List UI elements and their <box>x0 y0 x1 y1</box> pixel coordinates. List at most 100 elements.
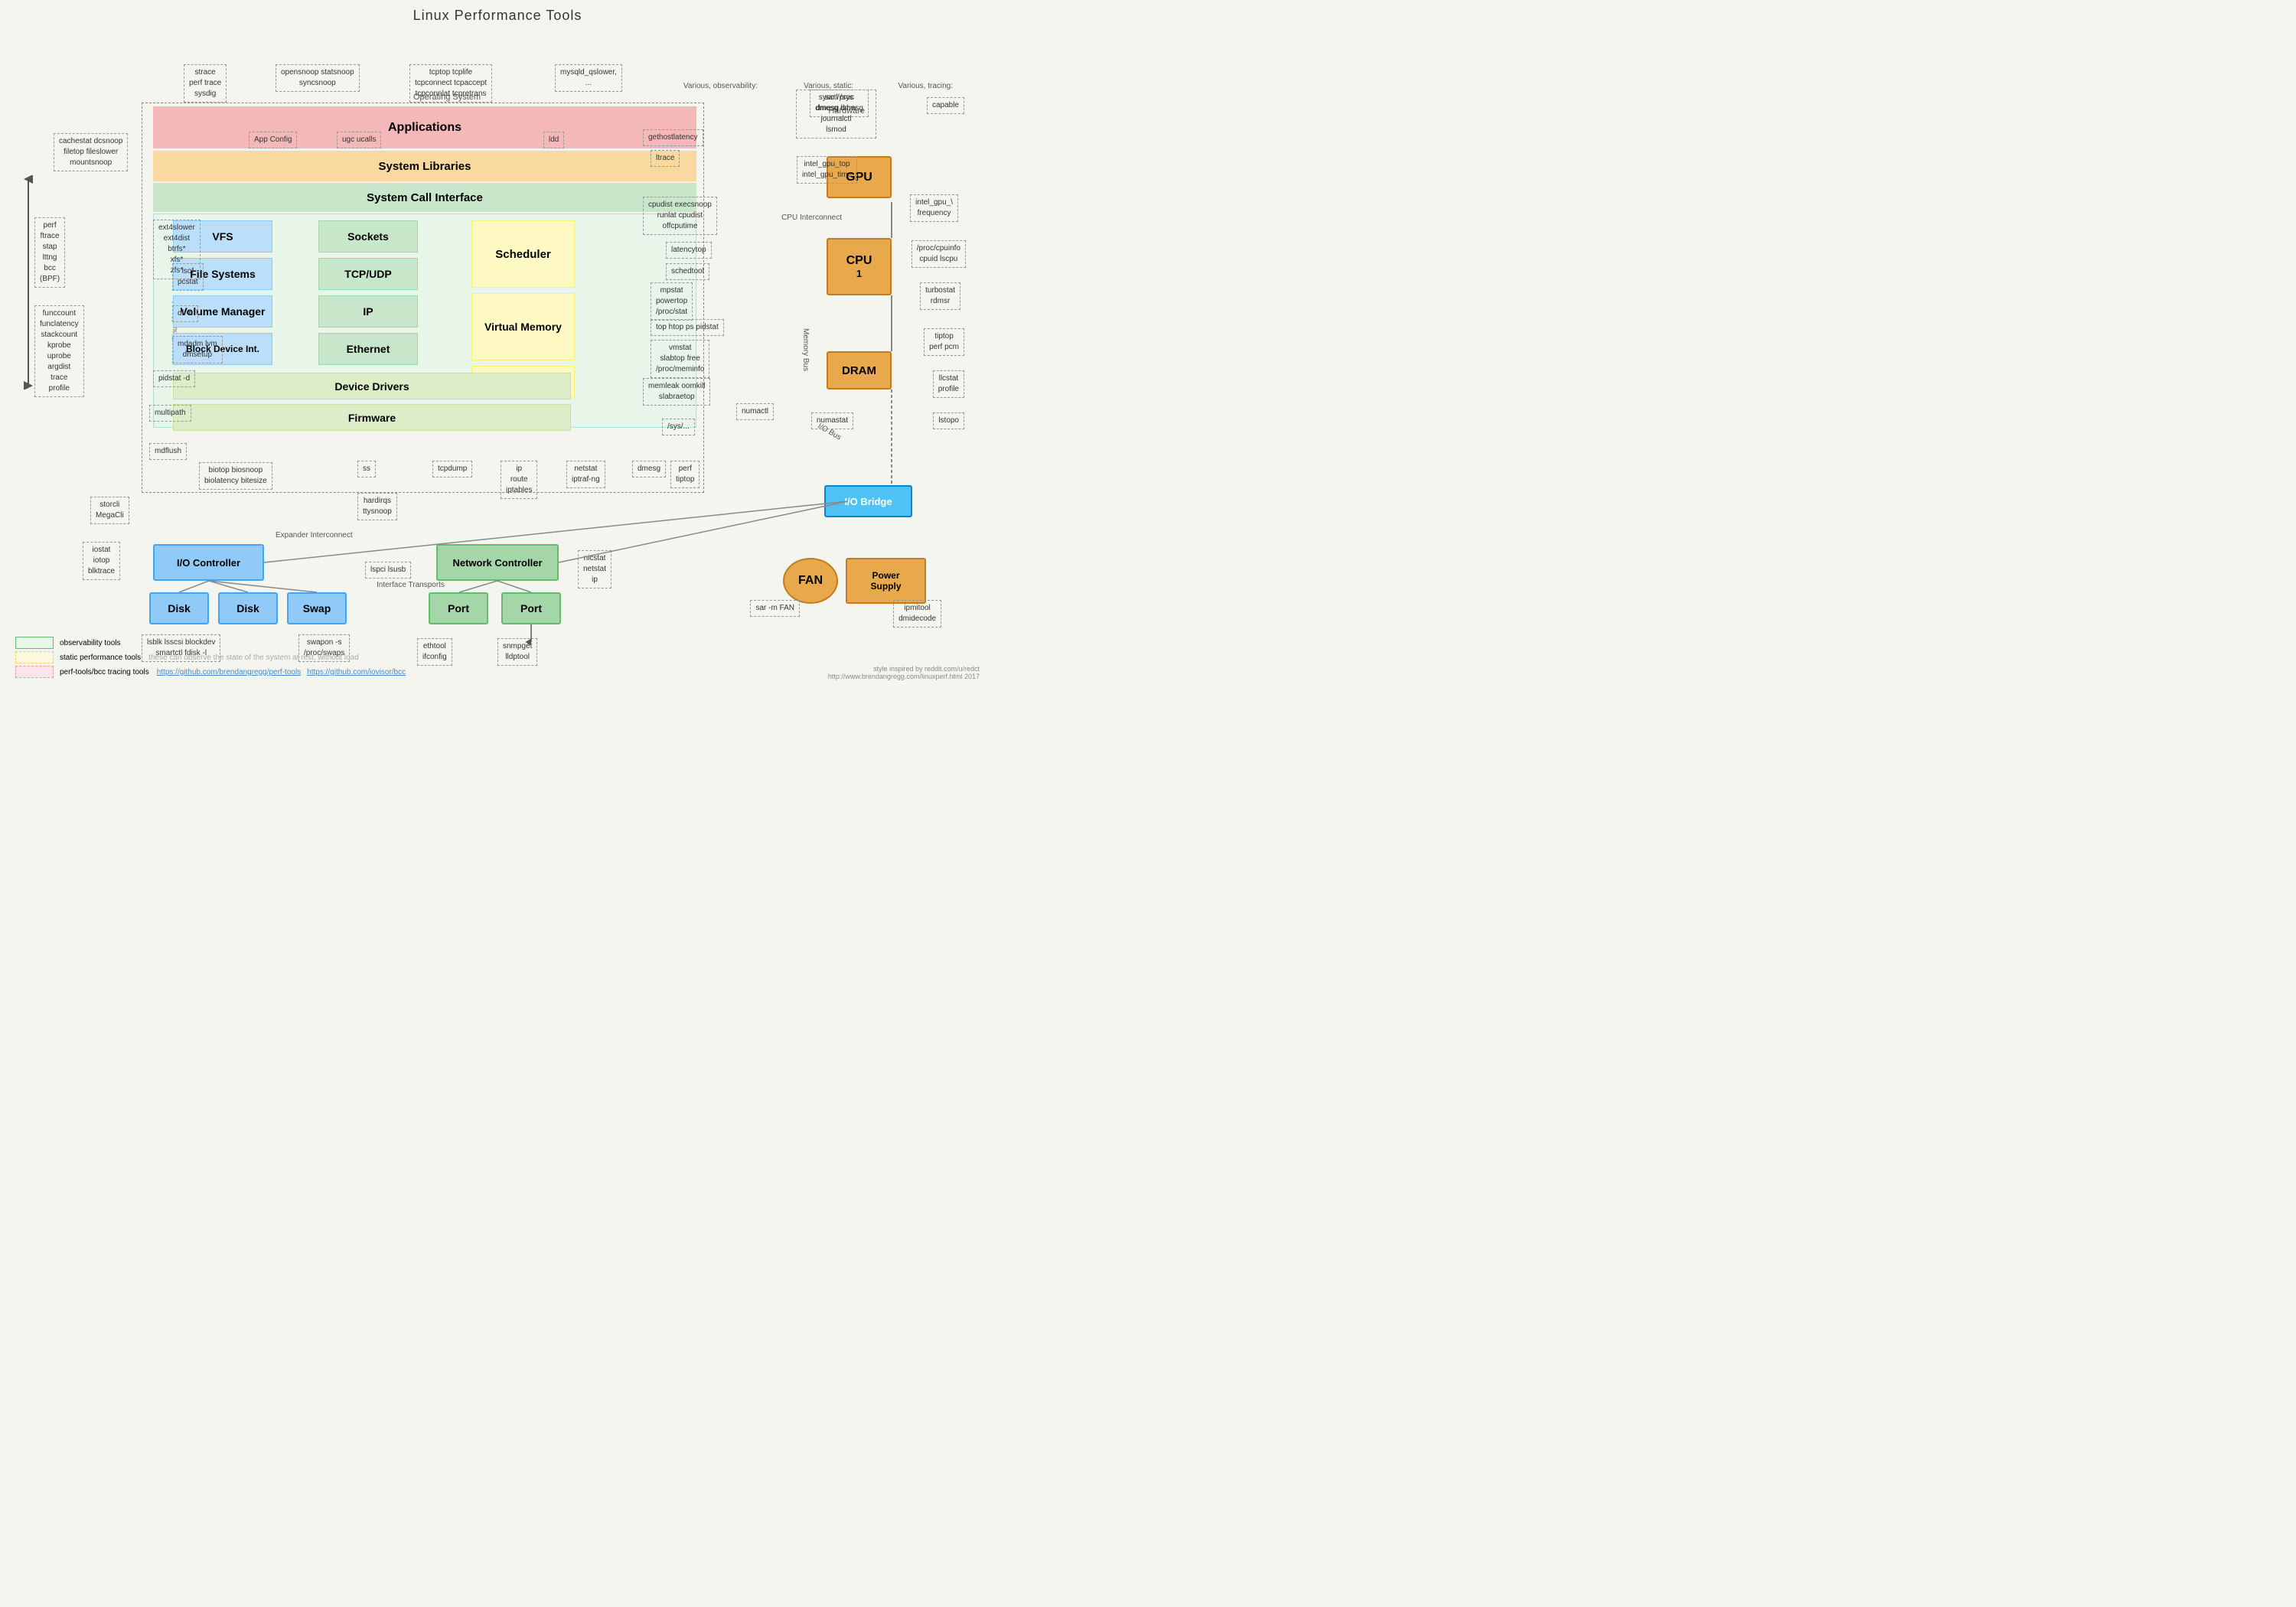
legend-perf-item: perf-tools/bcc tracing tools https://git… <box>15 666 406 678</box>
opensnoop-tools: opensnoop statsnoop syncsnoop <box>276 64 360 92</box>
mpstat-tools: mpstat powertop /proc/stat <box>651 282 693 321</box>
cpu-box: CPU 1 <box>827 238 892 295</box>
funccount-tools: funccount funclatency stackcount kprobe … <box>34 305 84 397</box>
footnote-url: http://www.brendangregg.com/linuxperf.ht… <box>828 673 980 680</box>
numastat-tools: numastat <box>811 412 853 429</box>
top-htop-tools: top htop ps pidstat <box>651 319 724 336</box>
ugc-ucalls-tools: ugc ucalls <box>337 132 381 148</box>
cachestat-tools: cachestat dcsnoop filetop fileslower mou… <box>54 133 128 171</box>
disk2-box: Disk <box>218 592 278 624</box>
pidstat-d-tools: pidstat -d <box>153 370 195 387</box>
netstat-tools: netstat iptraf-ng <box>566 461 605 488</box>
legend-perf-link1[interactable]: https://github.com/brendangregg/perf-too… <box>157 668 301 676</box>
kernel-area: Linux Kernel VFS File Systems Volume Man… <box>153 214 696 428</box>
ldd-tools: ldd <box>543 132 564 148</box>
tcpudp-box: TCP/UDP <box>318 258 418 290</box>
legend-perf-label: perf-tools/bcc tracing tools <box>60 668 149 676</box>
mdadm-lvm-tools: mdadm lvm dmsetup <box>172 336 223 363</box>
perf-tiptop-tools: perf tiptop <box>670 461 700 488</box>
powersupply-box: Power Supply <box>846 558 926 604</box>
legend-obs-label: observability tools <box>60 639 120 647</box>
turbostat-tools: turbostat rdmsr <box>920 282 960 310</box>
biotop-tools: biotop biosnoop biolatency bitesize <box>199 462 272 490</box>
ltrace-tools: ltrace <box>651 150 680 167</box>
diagram: Operating System Hardware Applications S… <box>8 30 987 688</box>
df-h-tools: df -h <box>172 305 198 322</box>
scheduler-box: Scheduler <box>471 220 575 288</box>
lsof-pcstat-tools: lsof pcstat <box>172 263 204 291</box>
iostat-tools: iostat iotop blktrace <box>83 542 120 580</box>
sockets-box: Sockets <box>318 220 418 253</box>
llcstat-tools: llcstat profile <box>933 370 964 398</box>
app-config-tools: App Config <box>249 132 297 148</box>
proc-cpuinfo-tools: /proc/cpuinfo cpuid lscpu <box>912 240 966 268</box>
ip-route-tools: ip route iptables <box>501 461 537 499</box>
firmware-box: Firmware <box>173 404 571 431</box>
bidir-arrow <box>17 175 40 393</box>
applications-layer: Applications <box>153 106 696 148</box>
dram-box: DRAM <box>827 351 892 390</box>
syscall-label: System Call Interface <box>367 191 483 204</box>
ethtool-tools: ethtool ifconfig <box>417 638 452 666</box>
fan-box: FAN <box>783 558 838 604</box>
netctrl-box: Network Controller <box>436 544 559 581</box>
page: Linux Performance Tools Operating System… <box>0 0 995 696</box>
legend-static-item: static performance tools these can obser… <box>15 651 406 663</box>
strace-tools: strace perf trace sysdig <box>184 64 227 103</box>
syscall-layer: System Call Interface <box>153 183 696 212</box>
mysqld-tools: mysqld_qslower, ... <box>555 64 622 92</box>
nicstat-tools: nicstat netstat ip <box>578 550 612 588</box>
multipath-tools: multipath <box>149 405 191 422</box>
gethostlatency-tools: gethostlatency <box>643 129 703 146</box>
ip-box: IP <box>318 295 418 328</box>
numactl-tools: numactl <box>736 403 774 420</box>
swap-box: Swap <box>287 592 347 624</box>
syslibs-layer: System Libraries <box>153 151 696 181</box>
footnote-style: style inspired by reddit.com/u/redct <box>828 665 980 673</box>
intel-gpu-tools: intel_gpu_top intel_gpu_time <box>797 156 857 184</box>
legend-static-desc: these can observe the state of the syste… <box>148 654 359 662</box>
cpu-num: 1 <box>856 268 862 279</box>
tcpdump-tools: tcpdump <box>432 461 472 478</box>
ethernet-box: Ethernet <box>318 333 418 365</box>
snmpget-tools: snmpget lldptool <box>497 638 537 666</box>
interface-transports-label: Interface Transports <box>377 581 445 589</box>
sysctl-tools: sysctl /sys dmesg lshw journalctl lsmod <box>796 90 876 139</box>
dmesg-tools: dmesg <box>632 461 666 478</box>
legend-obs-box <box>15 637 54 649</box>
storcli-tools: storcli MegaCli <box>90 497 129 524</box>
ss-tools: ss <box>357 461 376 478</box>
cpu-label: CPU <box>846 254 872 268</box>
legend: observability tools static performance t… <box>15 637 406 680</box>
hardirqs-tools: hardirqs ttysnoop <box>357 493 397 520</box>
legend-perf-link2[interactable]: https://github.com/iovisor/bcc <box>307 668 406 676</box>
memory-bus-label: Memory Bus <box>801 328 810 371</box>
ioctrl-box: I/O Controller <box>153 544 264 581</box>
legend-obs-item: observability tools <box>15 637 406 649</box>
legend-static-label: static performance tools <box>60 654 141 662</box>
ipmitool-tools: ipmitool dmidecode <box>893 600 941 627</box>
memleak-tools: memleak oomkill slabraetop <box>643 378 710 406</box>
tcptop-tools: tcptop tcplife tcpconnect tcpaccept tcpc… <box>409 64 492 103</box>
cpudist-tools: cpudist execsnoop runlat cpudist offcput… <box>643 197 717 235</box>
latencytop-tools: latencytop <box>666 242 712 259</box>
intel-gpu-freq-tools: intel_gpu_\ frequency <box>910 194 958 222</box>
legend-static-box <box>15 651 54 663</box>
lspci-tools: lspci lsusb <box>365 562 411 579</box>
disk1-box: Disk <box>149 592 209 624</box>
syslibs-label: System Libraries <box>379 160 471 173</box>
page-title: Linux Performance Tools <box>8 8 987 24</box>
lstopo-tools: lstopo <box>933 412 964 429</box>
port2-box: Port <box>501 592 561 624</box>
various-tracing-label: Various, tracing: <box>898 82 953 90</box>
capable-tools: capable <box>927 97 964 114</box>
footnote: style inspired by reddit.com/u/redct htt… <box>828 665 980 680</box>
virtmem-box: Virtual Memory <box>471 293 575 360</box>
port1-box: Port <box>429 592 488 624</box>
schedtool-tools: schedtool <box>666 263 709 280</box>
sys-dots-tools: /sys/... <box>662 419 695 435</box>
vmstat-tools: vmstat slabtop free /proc/meminfo <box>651 340 709 378</box>
devdrivers-box: Device Drivers <box>173 373 571 399</box>
legend-perf-box <box>15 666 54 678</box>
tiptop-tools: tiptop perf pcm <box>924 328 964 356</box>
